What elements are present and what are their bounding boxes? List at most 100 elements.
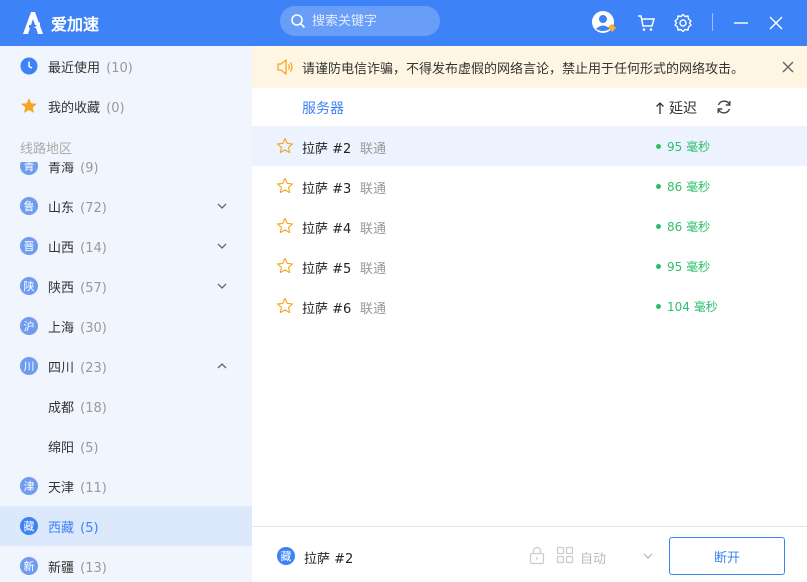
refresh-icon[interactable]	[715, 98, 733, 116]
column-server[interactable]: 服务器	[302, 98, 344, 118]
settings-button[interactable]	[669, 9, 697, 37]
server-name: 拉萨 #4	[302, 222, 352, 237]
header-divider	[712, 13, 713, 31]
status-dot	[656, 224, 661, 229]
server-row[interactable]: 拉萨 #2 联通 95 毫秒	[252, 126, 807, 166]
star-outline-icon[interactable]	[276, 297, 294, 315]
user-avatar-button[interactable]	[590, 9, 618, 37]
server-isp: 联通	[360, 182, 387, 197]
notice-text: 请谨防电信诈骗，不得发布虚假的网络言论，禁止用于任何形式的网络攻击。	[302, 61, 745, 77]
sidebar-item-region[interactable]: 晋 山西 (14)	[0, 226, 252, 266]
search-input[interactable]	[312, 13, 432, 29]
server-latency: 95 毫秒	[656, 258, 710, 275]
sidebar-item-region[interactable]: 鲁 山东 (72)	[0, 186, 252, 226]
title-bar: 爱加速	[0, 0, 807, 46]
sidebar-item-label: 上海 (30)	[48, 320, 107, 336]
chevron-down-icon[interactable]	[216, 200, 228, 212]
sidebar-item-label: 西藏 (5)	[48, 520, 99, 536]
star-outline-icon[interactable]	[276, 257, 294, 275]
status-dot	[656, 184, 661, 189]
sidebar-item-region[interactable]: 沪 上海 (30)	[0, 306, 252, 346]
cart-button[interactable]	[632, 9, 660, 37]
sidebar-item-label: 最近使用 (10)	[48, 60, 133, 76]
server-name: 拉萨 #3	[302, 182, 352, 197]
search-box[interactable]	[280, 6, 440, 36]
minimize-button[interactable]	[727, 9, 755, 37]
close-window-button[interactable]	[762, 9, 790, 37]
chevron-down-icon[interactable]	[642, 550, 654, 562]
user-avatar-icon	[592, 11, 616, 33]
server-latency: 86 毫秒	[656, 218, 710, 235]
star-filled-icon	[21, 98, 37, 113]
column-latency-label: 延迟	[669, 101, 697, 117]
sidebar-item-region[interactable]: 津 天津 (11)	[0, 466, 252, 506]
disconnect-button[interactable]: 断开	[669, 537, 785, 575]
lock-icon[interactable]	[528, 545, 546, 565]
sidebar-item-label: 四川 (23)	[48, 360, 107, 376]
minimize-icon	[734, 22, 748, 24]
section-title-overlay: 线路地区	[20, 142, 73, 157]
server-row[interactable]: 拉萨 #3 联通 86 毫秒	[252, 166, 807, 206]
sidebar-item-recent[interactable]: 最近使用 (10)	[0, 46, 252, 86]
server-latency: 104 毫秒	[656, 298, 718, 315]
server-name: 拉萨 #2	[302, 142, 352, 157]
sidebar-item-label: 我的收藏 (0)	[48, 100, 125, 116]
server-row[interactable]: 拉萨 #4 联通 86 毫秒	[252, 206, 807, 246]
region-badge: 鲁	[20, 197, 38, 215]
list-header: 服务器 延迟	[252, 88, 807, 126]
close-icon	[769, 16, 783, 30]
star-outline-icon[interactable]	[276, 177, 294, 195]
chevron-down-icon[interactable]	[216, 280, 228, 292]
column-latency[interactable]: 延迟	[654, 98, 697, 118]
region-badge: 津	[20, 477, 38, 495]
app-name: 爱加速	[51, 15, 100, 34]
status-dot	[656, 144, 661, 149]
server-isp: 联通	[360, 222, 387, 237]
app-logo-icon	[23, 12, 43, 34]
sidebar-item-label: 绵阳 (5)	[48, 440, 99, 456]
sidebar-item-label: 天津 (11)	[48, 480, 107, 496]
sidebar: 最近使用 (10) 我的收藏 (0) 线路地区 青 青海 (9) 线路地区 鲁 …	[0, 46, 252, 582]
search-icon	[291, 14, 306, 29]
sidebar-item-label: 陕西 (57)	[48, 280, 107, 296]
mode-select[interactable]: 自动	[580, 548, 606, 567]
region-badge: 新	[20, 557, 38, 575]
clock-icon	[20, 57, 38, 75]
server-isp: 联通	[360, 262, 387, 277]
sidebar-item-region[interactable]: 新 新疆 (13)	[0, 546, 252, 582]
notice-bar: 请谨防电信诈骗，不得发布虚假的网络言论，禁止用于任何形式的网络攻击。	[252, 46, 807, 88]
connected-server-name: 拉萨 #2	[304, 552, 354, 567]
gear-icon	[674, 13, 692, 33]
sort-up-icon	[656, 102, 664, 114]
chevron-down-icon[interactable]	[216, 240, 228, 252]
server-row[interactable]: 拉萨 #6 联通 104 毫秒	[252, 286, 807, 326]
region-badge: 晋	[20, 237, 38, 255]
server-row[interactable]: 拉萨 #5 联通 95 毫秒	[252, 246, 807, 286]
status-dot	[656, 264, 661, 269]
status-dot	[656, 304, 661, 309]
region-badge: 沪	[20, 317, 38, 335]
region-badge: 藏	[20, 517, 38, 535]
server-name: 拉萨 #6	[302, 302, 352, 317]
sidebar-item-label: 山西 (14)	[48, 240, 107, 256]
server-isp: 联通	[360, 142, 387, 157]
sidebar-item-region[interactable]: 川 四川 (23)	[0, 346, 252, 386]
close-icon[interactable]	[781, 60, 795, 74]
star-outline-icon[interactable]	[276, 217, 294, 235]
connection-footer: 藏 拉萨 #2 自动 断开	[252, 526, 807, 582]
region-badge: 川	[20, 357, 38, 375]
star-outline-icon[interactable]	[276, 137, 294, 155]
sidebar-item-label: 山东 (72)	[48, 200, 107, 216]
server-isp: 联通	[360, 302, 387, 317]
app-logo: 爱加速	[20, 10, 99, 36]
server-latency: 95 毫秒	[656, 138, 710, 155]
sidebar-item-city[interactable]: 绵阳 (5)	[0, 426, 252, 466]
grid-icon[interactable]	[556, 546, 574, 564]
speaker-icon	[277, 59, 293, 75]
sidebar-item-region-selected[interactable]: 藏 西藏 (5)	[0, 506, 252, 546]
sidebar-item-favorites[interactable]: 我的收藏 (0)	[0, 86, 252, 126]
sidebar-item-label: 成都 (18)	[48, 400, 107, 416]
chevron-up-icon[interactable]	[216, 360, 228, 372]
sidebar-item-city[interactable]: 成都 (18)	[0, 386, 252, 426]
sidebar-item-region[interactable]: 陕 陕西 (57)	[0, 266, 252, 306]
